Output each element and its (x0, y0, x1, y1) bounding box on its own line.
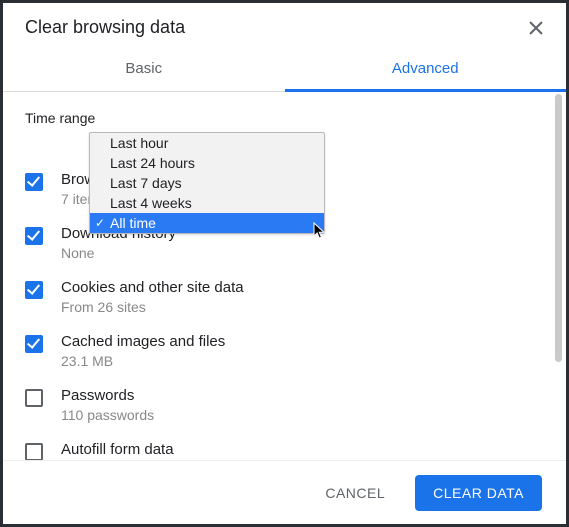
item-subtext: 110 passwords (61, 407, 154, 423)
dialog-titlebar: Clear browsing data (3, 3, 566, 46)
item-subtext: None (61, 245, 176, 261)
checkbox-autofill[interactable] (25, 443, 43, 461)
item-subtext: 23.1 MB (61, 353, 225, 369)
tab-basic[interactable]: Basic (3, 46, 285, 91)
list-item: Cookies and other site data From 26 site… (25, 270, 544, 324)
dialog-footer: CANCEL CLEAR DATA (3, 460, 566, 524)
item-label: Autofill form data (61, 441, 174, 458)
item-subtext: From 26 sites (61, 299, 244, 315)
time-range-row: Time range (3, 110, 566, 126)
dropdown-option-last-24-hours[interactable]: Last 24 hours (90, 153, 324, 173)
checkbox-cookies[interactable] (25, 281, 43, 299)
list-item: Passwords 110 passwords (25, 378, 544, 432)
close-icon[interactable] (528, 20, 544, 36)
dropdown-option-last-4-weeks[interactable]: Last 4 weeks (90, 193, 324, 213)
tab-advanced[interactable]: Advanced (285, 46, 567, 91)
checkbox-cache[interactable] (25, 335, 43, 353)
item-label: Cached images and files (61, 333, 225, 350)
tabs: Basic Advanced (3, 46, 566, 92)
item-label: Cookies and other site data (61, 279, 244, 296)
dropdown-option-last-hour[interactable]: Last hour (90, 133, 324, 153)
dropdown-option-all-time[interactable]: All time (90, 213, 324, 233)
clear-data-button[interactable]: CLEAR DATA (415, 475, 542, 511)
dialog-body: Time range Last hour Last 24 hours Last … (3, 92, 566, 444)
checkbox-passwords[interactable] (25, 389, 43, 407)
clear-browsing-data-dialog: Clear browsing data Basic Advanced Time … (0, 0, 569, 527)
list-item: Cached images and files 23.1 MB (25, 324, 544, 378)
scrollbar[interactable] (555, 94, 562, 362)
checkbox-browsing-history[interactable] (25, 173, 43, 191)
dialog-title: Clear browsing data (25, 17, 185, 38)
time-range-label: Time range (25, 110, 95, 126)
cancel-button[interactable]: CANCEL (307, 475, 403, 511)
dropdown-option-last-7-days[interactable]: Last 7 days (90, 173, 324, 193)
item-label: Passwords (61, 387, 154, 404)
cursor-icon (313, 222, 327, 245)
checkbox-download-history[interactable] (25, 227, 43, 245)
time-range-dropdown[interactable]: Last hour Last 24 hours Last 7 days Last… (89, 132, 325, 234)
